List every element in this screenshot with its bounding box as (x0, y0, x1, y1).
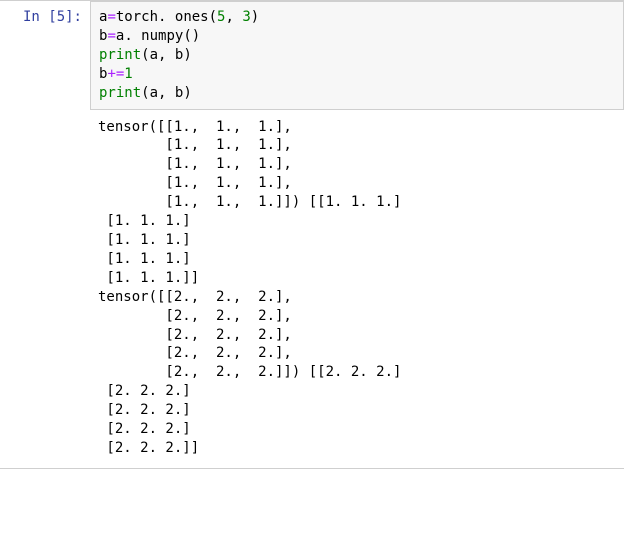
code-token: , (225, 9, 242, 25)
code-line-1: a=torch. ones(5, 3) (99, 8, 615, 27)
code-token: 3 (242, 9, 250, 25)
code-token: a (150, 47, 158, 63)
prompt-area: In [5]: (0, 1, 90, 468)
code-line-4: b+=1 (99, 65, 615, 84)
code-token: = (107, 28, 115, 44)
code-token: print (99, 85, 141, 101)
code-token: ) (183, 85, 191, 101)
code-token: a (150, 85, 158, 101)
code-token: 1 (124, 66, 132, 82)
code-token: ( (183, 28, 191, 44)
code-token: ( (141, 47, 149, 63)
cell-content: a=torch. ones(5, 3) b=a. numpy() print(a… (90, 1, 624, 468)
code-line-3: print(a, b) (99, 46, 615, 65)
code-token: torch (116, 9, 158, 25)
code-token: , (158, 85, 175, 101)
code-token: ( (209, 9, 217, 25)
code-token: = (107, 9, 115, 25)
code-token: numpy (141, 28, 183, 44)
code-token: . (158, 9, 175, 25)
code-token: ( (141, 85, 149, 101)
code-line-5: print(a, b) (99, 84, 615, 103)
code-input[interactable]: a=torch. ones(5, 3) b=a. numpy() print(a… (90, 1, 624, 110)
input-prompt-label: In [5]: (0, 9, 90, 25)
code-token: , (158, 47, 175, 63)
code-token: += (107, 66, 124, 82)
code-token: ) (251, 9, 259, 25)
code-token: . (124, 28, 141, 44)
notebook-cell: In [5]: a=torch. ones(5, 3) b=a. numpy()… (0, 0, 624, 469)
code-token: ) (183, 47, 191, 63)
code-token: ones (175, 9, 209, 25)
stdout-output: tensor([[1., 1., 1.], [1., 1., 1.], [1.,… (90, 110, 624, 468)
code-token: print (99, 47, 141, 63)
code-line-2: b=a. numpy() (99, 27, 615, 46)
code-token: ) (192, 28, 200, 44)
